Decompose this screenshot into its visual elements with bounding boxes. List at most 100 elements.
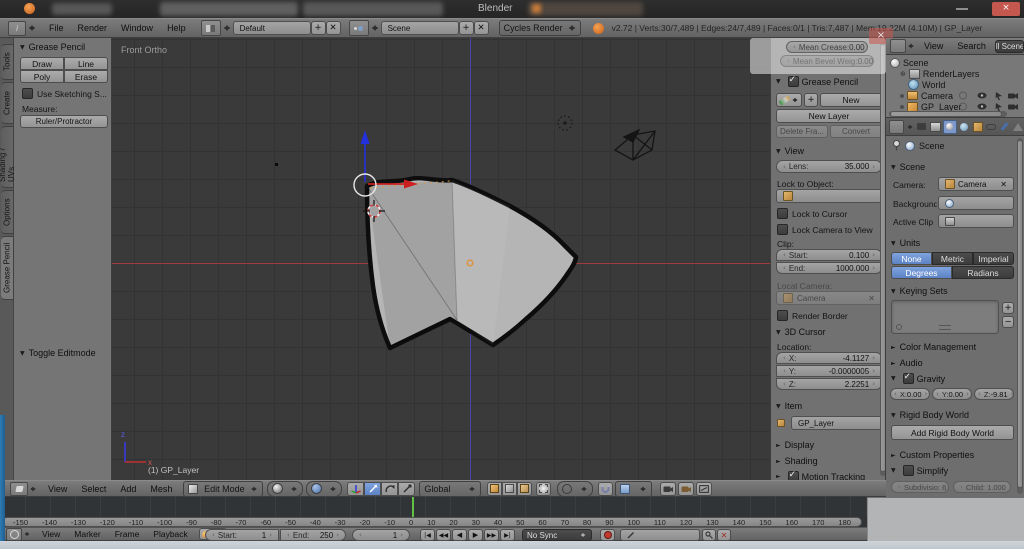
render-border-checkbox[interactable] — [777, 310, 788, 321]
manipulator-translate-button[interactable] — [364, 482, 381, 496]
vertex-select-button[interactable] — [487, 482, 502, 496]
item-name-field[interactable]: GP_Layer — [791, 416, 882, 430]
clip-end-field[interactable]: End:1000.000 — [776, 262, 882, 274]
screen-layout-field[interactable]: Default — [233, 21, 311, 35]
simplify-checkbox[interactable] — [903, 465, 914, 476]
np-view-header[interactable]: View — [776, 146, 804, 156]
simplify-child-field[interactable]: Child: 1.000 — [953, 481, 1011, 493]
tab-grease-pencil[interactable]: Grease Pencil — [1, 236, 14, 300]
outliner-menu-view[interactable]: View — [917, 41, 950, 51]
outliner-row-world[interactable]: World — [908, 79, 945, 90]
autokey-record-button[interactable] — [600, 529, 615, 541]
frame-start-field[interactable]: Start:1 — [205, 529, 279, 541]
outliner-row-camera[interactable]: Camera — [900, 90, 953, 101]
snap-element-dropdown[interactable] — [615, 481, 652, 497]
vp-menu-view[interactable]: View — [41, 484, 74, 494]
snap-toggle-button[interactable] — [598, 482, 613, 496]
tl-menu-view[interactable]: View — [35, 529, 67, 539]
opengl-render-options-button[interactable] — [696, 482, 712, 496]
background-set-field[interactable] — [938, 196, 1014, 210]
lock-cursor-checkbox[interactable] — [777, 208, 788, 219]
delete-layout-button[interactable]: ✕ — [326, 21, 341, 35]
editor-type-selector[interactable]: i — [8, 21, 36, 36]
jump-to-start-button[interactable]: |◀ — [420, 529, 435, 541]
keying-sets-listbox[interactable] — [891, 300, 999, 334]
tab-tools[interactable]: Tools — [1, 44, 14, 80]
prop-gravity-header[interactable]: Gravity — [891, 373, 945, 384]
mean-bevel-field[interactable]: Mean Bevel Weig:0.00 — [780, 55, 874, 67]
viewport-3d[interactable]: z x Front Ortho (1) GP_Layer — [112, 38, 770, 480]
units-radians-button[interactable]: Radians — [952, 266, 1014, 279]
cursor-x-field[interactable]: X:-4.1127 — [776, 352, 882, 364]
manipulator-rotate-button[interactable] — [381, 482, 398, 496]
manipulator-axis-button[interactable] — [347, 482, 364, 496]
cursor-z-field[interactable]: Z:2.2251 — [776, 378, 882, 390]
sync-dropdown[interactable]: No Sync — [522, 529, 592, 541]
render-tab-icon[interactable] — [916, 121, 927, 133]
add-rigid-body-button[interactable]: Add Rigid Body World — [891, 425, 1014, 440]
viewport-editor-selector[interactable] — [10, 482, 37, 496]
clear-camera-icon[interactable]: ✕ — [868, 294, 875, 303]
expand-dot-icon[interactable] — [900, 94, 904, 98]
np-gp-brush-dropdown[interactable] — [776, 93, 802, 107]
prop-scene-header[interactable]: Scene — [891, 162, 925, 172]
pin-icon[interactable] — [892, 140, 901, 151]
vp-menu-select[interactable]: Select — [74, 484, 113, 494]
keying-remove-button[interactable]: − — [1002, 316, 1014, 328]
np-gp-checkbox[interactable] — [788, 76, 799, 87]
gp-erase-button[interactable]: Erase — [64, 70, 108, 83]
gp-poly-button[interactable]: Poly — [20, 70, 64, 83]
outliner-scope-dropdown[interactable]: All Scenes — [995, 40, 1024, 53]
lock-camera-checkbox[interactable] — [777, 224, 788, 235]
np-new-layer-button[interactable]: New Layer — [776, 109, 882, 123]
gravity-x-field[interactable]: X:0.00 — [890, 388, 930, 400]
np-grease-pencil-header[interactable]: Grease Pencil — [776, 76, 858, 87]
toggle-editmode-panel-header[interactable]: Toggle Editmode — [20, 348, 96, 358]
np-delete-frame-button[interactable]: Delete Fra... — [776, 125, 828, 138]
limit-selection-visible-button[interactable] — [536, 482, 551, 496]
cursor-y-field[interactable]: Y:-0.0000005 — [776, 365, 882, 377]
timeline-editor-selector[interactable] — [6, 528, 31, 541]
prop-simplify-header[interactable]: Simplify — [891, 465, 948, 476]
clip-start-field[interactable]: Start:0.100 — [776, 249, 882, 261]
outliner-row-scene[interactable]: Scene — [890, 57, 929, 68]
play-reverse-button[interactable]: ◀ — [452, 529, 467, 541]
keying-set-field[interactable] — [620, 529, 700, 541]
outliner-row-renderlayers[interactable]: ⊕ RenderLayers — [900, 68, 979, 79]
menu-file[interactable]: File — [42, 23, 71, 33]
manipulator-scale-button[interactable] — [398, 482, 415, 496]
vp-menu-mesh[interactable]: Mesh — [143, 484, 179, 494]
frame-end-field[interactable]: End:250 — [280, 529, 346, 541]
np-motion-tracking-header[interactable]: Motion Tracking — [776, 471, 865, 480]
clear-scene-camera-icon[interactable]: ✕ — [1000, 180, 1007, 189]
tab-options[interactable]: Options — [1, 190, 14, 234]
outliner-hscrollbar[interactable] — [890, 111, 1002, 117]
lens-field[interactable]: Lens:35.000 — [776, 160, 882, 173]
render-layers-tab-icon[interactable] — [930, 121, 941, 133]
face-select-button[interactable] — [517, 482, 532, 496]
lock-camera-row[interactable]: Lock Camera to View — [777, 224, 873, 235]
opengl-render-image-button[interactable] — [660, 482, 676, 496]
np-convert-button[interactable]: Convert — [830, 125, 882, 138]
screen-layout-dropdown-icon[interactable] — [223, 22, 231, 34]
tl-menu-marker[interactable]: Marker — [67, 529, 107, 539]
np-3dcursor-header[interactable]: 3D Cursor — [776, 327, 826, 337]
current-frame-field[interactable]: 1 — [352, 529, 410, 541]
scene-dropdown-icon[interactable] — [371, 22, 379, 34]
np-gp-new-button[interactable]: New — [820, 93, 882, 107]
orientation-dropdown[interactable]: Global — [419, 481, 481, 497]
gp-draw-button[interactable]: Draw — [20, 57, 64, 70]
opengl-render-anim-button[interactable] — [678, 482, 694, 496]
units-degrees-button[interactable]: Degrees — [891, 266, 952, 279]
next-keyframe-button[interactable]: ▶▶ — [484, 529, 499, 541]
data-tab-icon[interactable] — [1013, 121, 1024, 133]
delete-keyframe-button[interactable]: ✕ — [717, 529, 731, 541]
constraints-tab-icon[interactable] — [986, 121, 997, 133]
expand-dot-icon[interactable] — [900, 105, 904, 109]
screen-layout-icon[interactable] — [201, 20, 221, 36]
prop-keying-header[interactable]: Keying Sets — [891, 286, 948, 296]
simplify-subdivision-field[interactable]: Subdivisio: 6 — [891, 481, 949, 493]
blurred-tab[interactable] — [52, 3, 112, 15]
prop-units-header[interactable]: Units — [891, 238, 920, 248]
lock-object-field[interactable] — [776, 189, 882, 203]
